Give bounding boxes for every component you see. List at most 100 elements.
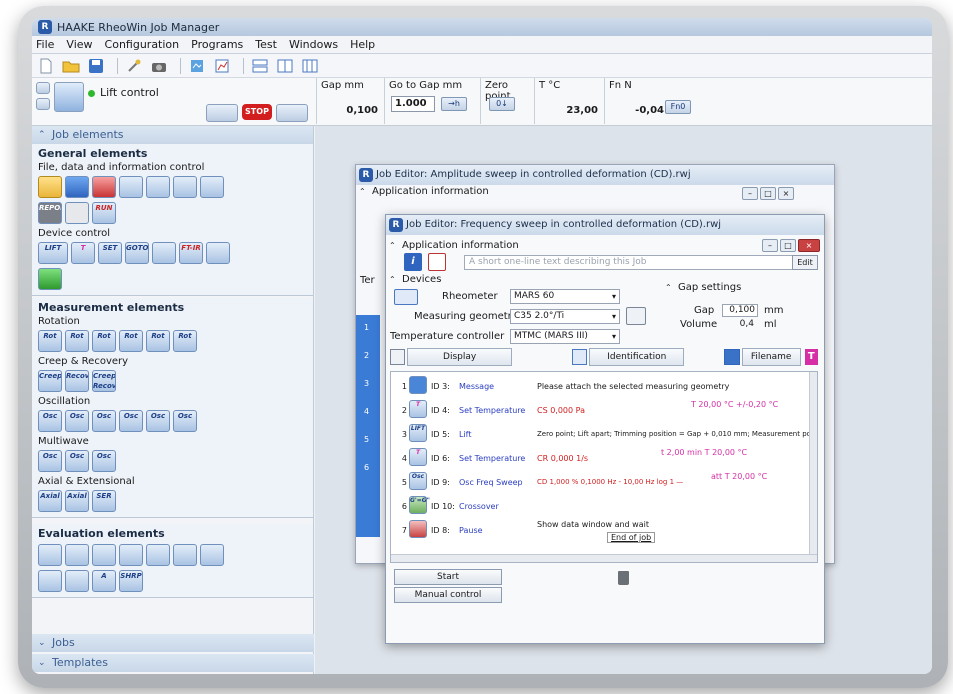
eval-compare-icon[interactable] (65, 570, 89, 592)
layout-vertical-icon[interactable] (275, 57, 295, 75)
job-row[interactable]: 1 ID 3: Message Please attach the select… (391, 374, 809, 398)
menu-test[interactable]: Test (255, 38, 277, 51)
eval-scatter-icon[interactable] (65, 544, 89, 566)
ser-element-icon[interactable]: SER (92, 490, 116, 512)
eval-curve-icon[interactable] (119, 544, 143, 566)
message-icon[interactable] (146, 176, 170, 198)
graph-icon[interactable] (200, 176, 224, 198)
osc-element-icon[interactable]: Osc (92, 410, 116, 432)
geometry-select[interactable]: C35 2.0°/Ti (510, 309, 620, 324)
tools-icon[interactable] (124, 57, 144, 75)
maximize-icon[interactable]: □ (760, 187, 776, 200)
close-lift-panel-icon[interactable] (36, 82, 50, 94)
menu-windows[interactable]: Windows (289, 38, 338, 51)
set-icon[interactable]: SET (98, 242, 122, 264)
save-icon[interactable] (65, 176, 89, 198)
eval-a-icon[interactable]: A (92, 570, 116, 592)
printer-icon[interactable] (65, 202, 89, 224)
close-icon[interactable]: × (778, 187, 794, 200)
thermometer-icon[interactable]: T (804, 349, 818, 365)
job-row[interactable]: 4 T ID 6: Set Temperature CR 0,000 1/s t… (391, 446, 809, 470)
axial-element-icon[interactable]: Axial (38, 490, 62, 512)
eval-area-icon[interactable] (92, 544, 116, 566)
menu-configuration[interactable]: Configuration (105, 38, 180, 51)
eval-crossover-icon[interactable] (173, 544, 197, 566)
rot-element-icon[interactable]: Rot (146, 330, 170, 352)
multiwave-element-icon[interactable]: Osc (92, 450, 116, 472)
stop-button[interactable]: STOP (242, 104, 272, 120)
goto-icon[interactable]: GOTO (125, 242, 149, 264)
report-text-icon[interactable]: REPORT (38, 202, 62, 224)
tab-filename[interactable]: Filename (741, 348, 801, 366)
temperature-controller-select[interactable]: MTMC (MARS III) (510, 329, 620, 344)
osc-element-icon[interactable]: Osc (146, 410, 170, 432)
menu-help[interactable]: Help (350, 38, 375, 51)
recovery-element-icon[interactable]: Recov. (65, 370, 89, 392)
run-icon[interactable]: RUN (92, 202, 116, 224)
trash-icon[interactable] (618, 571, 629, 585)
creep-element-icon[interactable]: Creep (38, 370, 62, 392)
job-row[interactable]: 6 G'=G" ID 10: Crossover (391, 494, 809, 518)
eval-peak-icon[interactable] (146, 544, 170, 566)
jobs-header[interactable]: ⌄ Jobs (32, 634, 314, 652)
frequency-sweep-editor-window[interactable]: R Job Editor: Frequency sweep in control… (385, 214, 825, 644)
new-file-icon[interactable] (36, 57, 56, 75)
osc-element-icon[interactable]: Osc (173, 410, 197, 432)
eval-fit-icon[interactable] (38, 544, 62, 566)
devices-header[interactable]: ⌃ Devices (386, 273, 441, 287)
tab-identification[interactable]: Identification (589, 348, 685, 366)
start-button[interactable]: Start (394, 569, 502, 585)
lift-down-button[interactable] (206, 104, 238, 122)
templates-header[interactable]: ⌄ Templates (32, 654, 314, 672)
ftir-icon[interactable]: FT-IR (179, 242, 203, 264)
minimize-lift-panel-icon[interactable] (36, 98, 50, 110)
shrp-icon[interactable]: SHRP (119, 570, 143, 592)
rot-element-icon[interactable]: Rot (173, 330, 197, 352)
rheometer-device-icon[interactable] (54, 82, 84, 112)
chart-icon[interactable] (173, 176, 197, 198)
lift-icon[interactable]: LIFT (38, 242, 68, 264)
camera-device-icon[interactable] (152, 242, 176, 264)
multiwave-element-icon[interactable]: Osc (38, 450, 62, 472)
open-folder-icon[interactable] (61, 57, 81, 75)
job-row[interactable]: 2 T ID 4: Set Temperature CS 0,000 Pa T … (391, 398, 809, 422)
device-config-icon[interactable] (187, 57, 207, 75)
thermometer-icon[interactable]: T (71, 242, 95, 264)
job-list-horizontal-scrollbar[interactable] (391, 554, 817, 562)
save-icon[interactable] (86, 57, 106, 75)
menu-view[interactable]: View (66, 38, 92, 51)
eval-multi-curve-icon[interactable] (38, 570, 62, 592)
display-icon[interactable] (38, 268, 62, 290)
eval-tangent-icon[interactable] (200, 544, 224, 566)
job-row[interactable]: 3 LIFT ID 5: Lift Zero point; Lift apart… (391, 422, 817, 446)
job-elements-header[interactable]: ⌃ Job elements (32, 126, 313, 144)
chart-view-icon[interactable] (212, 57, 232, 75)
creep-recovery-element-icon[interactable]: Creep Recov. (92, 370, 116, 392)
camera-icon[interactable] (149, 57, 169, 75)
gap-settings-header[interactable]: ⌃ Gap settings (662, 281, 741, 295)
menu-file[interactable]: File (36, 38, 54, 51)
tab-display[interactable]: Display (407, 348, 512, 366)
rheometer-select[interactable]: MARS 60 (510, 289, 620, 304)
rot-element-icon[interactable]: Rot (92, 330, 116, 352)
rot-element-icon[interactable]: Rot (119, 330, 143, 352)
axial-element-icon[interactable]: Axial (65, 490, 89, 512)
minimize-icon[interactable]: – (742, 187, 758, 200)
sample-icon[interactable] (206, 242, 230, 264)
job-row[interactable]: 5 Osc ID 9: Osc Freq Sweep CD 1,000 % 0,… (391, 470, 809, 494)
osc-element-icon[interactable]: Osc (38, 410, 62, 432)
gap-setting-input[interactable]: 0,100 (722, 304, 758, 317)
goto-gap-input[interactable]: 1.000 (391, 96, 435, 112)
job-row[interactable]: 7 ID 8: Pause Show data window and wait (391, 518, 809, 542)
layout-tile-icon[interactable] (300, 57, 320, 75)
layout-horizontal-icon[interactable] (250, 57, 270, 75)
report-icon[interactable] (92, 176, 116, 198)
zero-point-button[interactable]: 0↓ (489, 97, 515, 111)
folder-open-icon[interactable] (38, 176, 62, 198)
manual-control-button[interactable]: Manual control (394, 587, 502, 603)
edit-icon[interactable] (119, 176, 143, 198)
editor2-app-info[interactable]: ⌃ Application information (386, 239, 824, 253)
job-description-input[interactable]: A short one-line text describing this Jo… (464, 255, 794, 270)
lift-up-button[interactable] (276, 104, 308, 122)
rheometer-icon[interactable] (394, 289, 418, 305)
